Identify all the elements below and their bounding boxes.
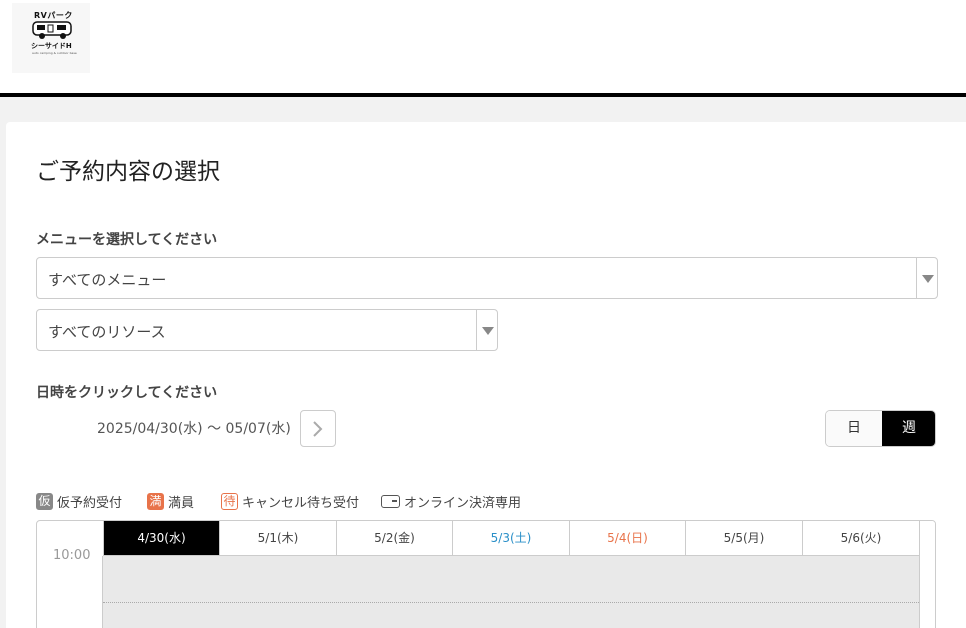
page-title: ご予約内容の選択 xyxy=(36,159,220,185)
site-header: RVパーク シーサイドH auto camping & outdoor base xyxy=(0,0,966,97)
calendar-header: 4/30(水) 5/1(木) 5/2(金) 5/3(土) 5/4(日) 5/5(… xyxy=(103,521,919,556)
legend-text: オンライン決済専用 xyxy=(404,496,522,511)
view-toggle: 日 週 xyxy=(825,410,936,447)
legend-text: キャンセル待ち受付 xyxy=(242,496,360,511)
chevron-down-icon xyxy=(476,310,497,350)
chevron-down-icon xyxy=(916,258,937,298)
resource-select[interactable]: すべてのリソース xyxy=(36,309,498,351)
legend-online-payment: オンライン決済専用 xyxy=(381,492,521,511)
half-hour-line xyxy=(103,602,919,603)
waitlist-badge: 待 xyxy=(221,493,238,510)
calendar-scrollbar[interactable] xyxy=(919,521,935,628)
datetime-label: 日時をクリックしてください xyxy=(36,385,218,401)
camper-van-icon xyxy=(32,21,72,39)
resource-select-value: すべてのリソース xyxy=(48,323,166,341)
legend-provisional: 仮 仮予約受付 xyxy=(36,492,122,511)
calendar-grid[interactable] xyxy=(103,556,919,628)
day-header[interactable]: 4/30(水) xyxy=(103,521,219,556)
chevron-right-icon xyxy=(313,421,323,437)
legend-waitlist: 待 キャンセル待ち受付 xyxy=(221,492,359,511)
full-badge: 満 xyxy=(147,493,164,510)
week-view-button[interactable]: 週 xyxy=(882,411,935,446)
menu-select[interactable]: すべてのメニュー xyxy=(36,257,938,299)
legend-full: 満 満員 xyxy=(147,492,194,511)
legend-text: 満員 xyxy=(168,496,195,511)
day-header[interactable]: 5/4(日) xyxy=(569,521,685,556)
day-header[interactable]: 5/2(金) xyxy=(336,521,452,556)
time-label: 10:00 xyxy=(53,548,91,563)
day-header[interactable]: 5/1(木) xyxy=(219,521,336,556)
provisional-badge: 仮 xyxy=(36,493,53,510)
legend-text: 仮予約受付 xyxy=(57,496,123,511)
day-header[interactable]: 5/5(月) xyxy=(685,521,802,556)
time-column: 10:00 xyxy=(37,548,103,628)
logo-bottom-text: シーサイドH xyxy=(31,42,72,50)
weekly-calendar: 4/30(水) 5/1(木) 5/2(金) 5/3(土) 5/4(日) 5/5(… xyxy=(36,520,936,628)
site-logo[interactable]: RVパーク シーサイドH auto camping & outdoor base xyxy=(12,3,90,73)
menu-select-value: すべてのメニュー xyxy=(48,271,167,289)
credit-card-icon xyxy=(381,495,400,508)
day-header[interactable]: 5/3(土) xyxy=(452,521,569,556)
date-range: 2025/04/30(水) 〜 05/07(水) xyxy=(97,421,291,437)
menu-label: メニューを選択してください xyxy=(36,232,218,248)
logo-tagline: auto camping & outdoor base xyxy=(32,51,77,55)
day-view-button[interactable]: 日 xyxy=(826,411,882,446)
next-week-button[interactable] xyxy=(300,410,336,447)
day-header[interactable]: 5/6(火) xyxy=(802,521,919,556)
